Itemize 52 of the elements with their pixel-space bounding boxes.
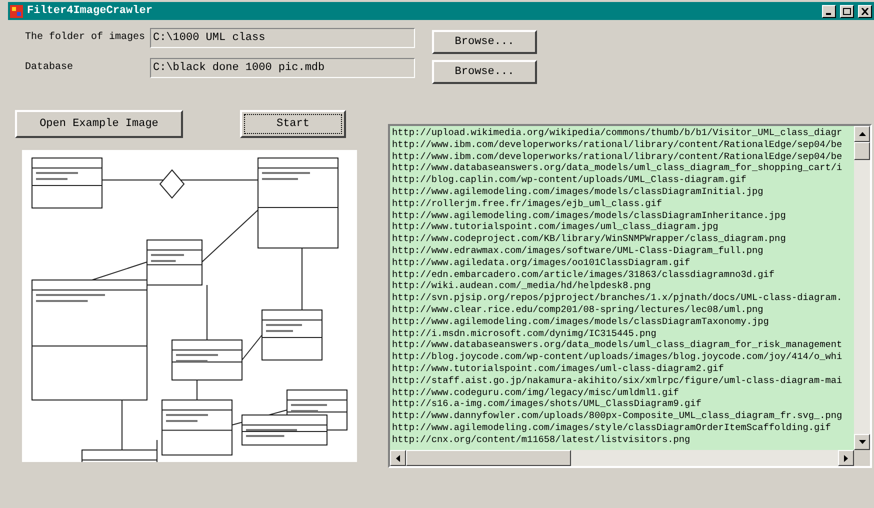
open-example-image-button[interactable]: Open Example Image <box>15 110 183 138</box>
url-item[interactable]: http://rollerjm.free.fr/images/ejb_uml_class.gif <box>392 198 854 210</box>
right-arrow-icon <box>844 454 848 462</box>
url-item[interactable]: http://wiki.audean.com/_media/hd/helpdesk8.png <box>392 280 854 292</box>
path-field[interactable]: C:\1000 UML class <box>150 28 415 48</box>
url-item[interactable]: http://s16.a-img.com/images/shots/UML_ClassDiagram9.gif <box>392 398 854 410</box>
vertical-scrollbar[interactable] <box>854 126 870 450</box>
url-item[interactable]: http://www.tutorialspoint.com/images/uml-class-diagram2.gif <box>392 362 854 375</box>
left-arrow-icon <box>396 454 400 462</box>
url-item[interactable]: http://blog.caplin.com/wp-content/uploads/UML_Class-diagram.gif <box>392 174 854 186</box>
minimize-button[interactable] <box>822 4 836 18</box>
url-item[interactable]: http://staff.aist.go.jp/nakamura-akihito/six/xmlrpc/figure/uml-class-diagram-mai <box>392 374 854 387</box>
url-item[interactable]: http://www.databaseanswers.org/data_models/uml_class_diagram_for_shopping_cart/i <box>392 162 854 174</box>
browse-button[interactable]: Browse... <box>432 60 537 84</box>
close-button[interactable] <box>858 4 872 18</box>
url-list[interactable] <box>388 124 872 468</box>
field-label: Database <box>25 60 74 75</box>
url-item[interactable]: http://www.agilemodeling.com/images/models/classDiagramInitial.jpg <box>392 186 854 198</box>
url-item[interactable]: http://www.agilemodeling.com/images/style/classDiagramOrderItemScaffolding.gif <box>392 422 854 434</box>
url-item[interactable]: http://www.tutorialspoint.com/images/uml_class_diagram.jpg <box>392 221 854 234</box>
maximize-icon <box>843 8 851 14</box>
scroll-thumb[interactable] <box>406 450 571 466</box>
url-item[interactable]: http://edn.embarcadero.com/article/images/31863/classdiagramno3d.gif <box>392 268 854 280</box>
maximize-button[interactable] <box>840 4 854 18</box>
scroll-thumb[interactable] <box>854 142 870 160</box>
url-item[interactable]: http://www.agiledata.org/images/oo101ClassDiagram.gif <box>392 256 854 269</box>
down-arrow-icon <box>858 440 866 444</box>
browse-button[interactable]: Browse... <box>432 30 537 54</box>
start-button[interactable]: Start <box>240 110 346 138</box>
url-item[interactable]: http://cnx.org/content/m11658/latest/listvisitors.png <box>392 434 854 446</box>
url-item[interactable]: http://www.codeguru.com/img/legacy/misc/umldml1.gif <box>392 386 854 398</box>
url-item[interactable]: http://www.agilemodeling.com/images/models/classDiagramInheritance.jpg <box>392 210 854 222</box>
scrollbar-corner <box>854 450 870 466</box>
url-item[interactable]: http://www.dannyfowler.com/uploads/800px-Composite_UML_class_diagram_fr.svg_.png <box>392 410 854 422</box>
url-item[interactable]: http://www.edrawmax.com/images/software/UML-Class-Diagram_full.png <box>392 244 854 257</box>
url-item[interactable]: http://www.databaseanswers.org/data_models/uml_class_diagram_for_risk_management <box>392 339 854 352</box>
url-item[interactable]: http://www.codeproject.com/KB/library/WinSNMPWrapper/class_diagram.png <box>392 233 854 245</box>
url-item[interactable]: http://www.clear.rice.edu/comp201/08-spring/lectures/lec08/uml.png <box>392 304 854 316</box>
url-item[interactable]: http://svn.pjsip.org/repos/pjproject/branches/1.x/pjnath/docs/UML-class-diagram. <box>392 292 854 304</box>
url-item[interactable]: http://www.ibm.com/developerworks/rational/library/content/RationalEdge/sep04/be <box>392 150 854 162</box>
url-item[interactable]: http://upload.wikimedia.org/wikipedia/commons/thumb/b/b1/Visitor_UML_class_diagr <box>392 127 854 139</box>
app-icon <box>10 4 23 18</box>
field-label: The folder of images <box>25 30 146 45</box>
window-title: Filter4ImageCrawler <box>27 4 154 19</box>
close-icon <box>861 8 869 14</box>
url-item[interactable]: http://www.agilemodeling.com/images/models/classDiagramTaxonomy.jpg <box>392 316 854 328</box>
url-item[interactable]: http://www.ibm.com/developerworks/rational/library/content/RationalEdge/sep04/be <box>392 138 854 151</box>
url-item[interactable]: http://i.msdn.microsoft.com/dynimg/IC315445.png <box>392 328 854 340</box>
up-arrow-icon <box>858 132 866 136</box>
horizontal-scrollbar[interactable] <box>390 450 854 466</box>
path-field[interactable]: C:\black done 1000 pic.mdb <box>150 58 415 78</box>
url-item[interactable]: http://blog.joycode.com/wp-content/uploads/images/blog.joycode.com/joy/414/o_whi <box>392 351 854 363</box>
